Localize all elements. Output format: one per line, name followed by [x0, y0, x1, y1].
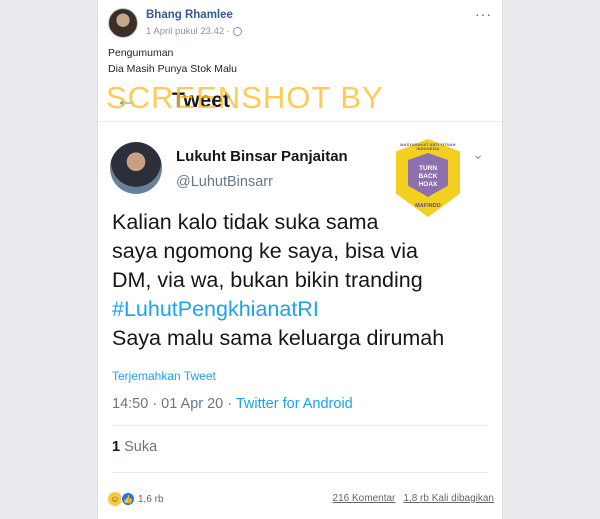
tweet-line: saya ngomong ke saya, bisa via	[112, 239, 418, 263]
chevron-down-icon: ⌄	[472, 146, 484, 162]
badge-line: HOAX	[418, 181, 438, 188]
post-meta: 1 April pukul 23.42 ·	[146, 26, 242, 37]
tweet-timestamp: 14:50 · 01 Apr 20 · Twitter for Android	[112, 396, 353, 412]
comments-link[interactable]: 216 Komentar	[333, 493, 396, 504]
tweet-line: DM, via wa, bukan bikin tranding	[112, 268, 423, 292]
tweet-time: 14:50 · 01 Apr 20 ·	[112, 396, 236, 412]
globe-icon	[232, 27, 242, 36]
shares-link[interactable]: 1,8 rb Kali dibagikan	[403, 493, 494, 504]
turnbackhoax-badge-logo: MASYARAKAT ANTI FITNAH INDONESIA TURN BA…	[396, 139, 460, 217]
tweet-line: Saya malu sama keluarga dirumah	[112, 326, 445, 350]
tweet-author-avatar	[110, 142, 162, 194]
tweet-line: Kalian kalo tidak suka sama	[112, 210, 379, 234]
author-name[interactable]: Bhang Rhamlee	[146, 9, 233, 21]
caption-line: Dia Masih Punya Stok Malu	[108, 63, 237, 75]
tweet-text: Kalian kalo tidak suka sama saya ngomong…	[112, 208, 492, 353]
haha-reaction-icon: ☺	[108, 492, 122, 506]
like-reaction-icon: 👍	[121, 492, 135, 506]
tweet-client: Twitter for Android	[235, 396, 353, 412]
post-caption: Pengumuman Dia Masih Punya Stok Malu	[108, 45, 237, 77]
tweet-author-name: Lukuht Binsar Panjaitan	[176, 148, 348, 165]
caption-line: Pengumuman	[108, 47, 174, 59]
translate-tweet-link: Terjemahkan Tweet	[112, 369, 216, 383]
reactions-summary[interactable]: ☺ 👍 1,6 rb	[108, 492, 164, 506]
tweet-screenshot-image[interactable]: ← Tweet SCREENSHOT BY MASYARAKAT ANTI FI…	[98, 80, 502, 480]
reaction-count: 1,6 rb	[138, 493, 164, 505]
divider	[112, 472, 488, 473]
badge-top-text: MASYARAKAT ANTI FITNAH INDONESIA	[400, 143, 456, 151]
likes-count: 1	[112, 439, 121, 455]
author-avatar[interactable]	[108, 8, 138, 38]
more-options-icon[interactable]: ···	[475, 6, 492, 22]
facebook-post: Bhang Rhamlee 1 April pukul 23.42 · ··· …	[97, 0, 503, 519]
divider	[112, 425, 488, 426]
watermark-text: SCREENSHOT BY	[106, 80, 384, 115]
tweet-hashtag: #LuhutPengkhianatRI	[112, 297, 319, 321]
tweet-author-handle: @LuhutBinsarr	[176, 174, 273, 190]
post-timestamp[interactable]: 1 April pukul 23.42 ·	[146, 26, 230, 37]
likes-label: Suka	[124, 439, 158, 455]
badge-line: TURN	[418, 165, 438, 172]
post-stats: 216 Komentar 1,8 rb Kali dibagikan	[333, 493, 494, 504]
badge-line: BACK	[418, 173, 438, 180]
tweet-likes: 1 Suka	[112, 439, 157, 455]
